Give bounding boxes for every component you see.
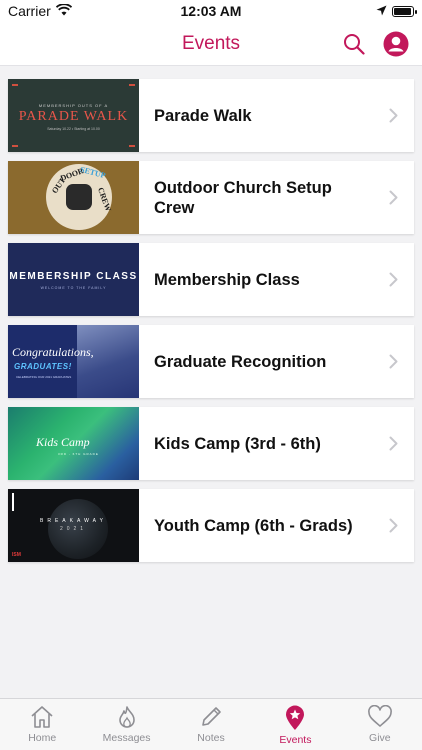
tab-home[interactable]: Home [0, 699, 84, 750]
status-time: 12:03 AM [180, 3, 242, 19]
event-card-kids-camp[interactable]: Kids Camp 3RD - 6TH GRADE Kids Camp (3rd… [8, 407, 414, 480]
thumbnail-title: PARADE WALK [18, 109, 129, 124]
event-thumbnail: MEMBERSHIP CLASS WELCOME TO THE FAMILY [8, 243, 139, 316]
event-title: Membership Class [154, 270, 300, 289]
battery-level [393, 7, 412, 15]
thumbnail-brand: ISM [12, 552, 21, 558]
location-arrow-icon [376, 3, 387, 19]
nav-actions [340, 30, 410, 58]
thumbnail-subtitle: CELEBRATING OUR 2021 GRADUATES [16, 375, 72, 379]
decorative-mark [129, 145, 135, 147]
chevron-right-icon [382, 190, 404, 205]
battery-icon [391, 5, 417, 17]
thumbnail-title: GRADUATES! [14, 362, 72, 371]
flame-icon [118, 706, 135, 728]
tab-label: Notes [197, 732, 225, 744]
search-icon [344, 34, 365, 55]
tab-label: Messages [102, 732, 151, 744]
thumbnail-title: BREAKAWAY [40, 518, 107, 524]
thumbnail-subtitle: 3RD - 6TH GRADE [58, 452, 99, 456]
status-right [294, 3, 417, 19]
tab-label: Home [28, 732, 57, 744]
event-thumbnail: BREAKAWAY 2021 ISM [8, 489, 139, 562]
decorative-mark [12, 493, 14, 511]
event-card-membership-class[interactable]: MEMBERSHIP CLASS WELCOME TO THE FAMILY M… [8, 243, 414, 316]
graduate-photo [77, 325, 139, 398]
thumbnail-year: 2021 [59, 526, 88, 532]
event-thumbnail: Kids Camp 3RD - 6TH GRADE [8, 407, 139, 480]
home-icon [31, 706, 53, 728]
tab-label: Events [279, 734, 312, 746]
event-title: Parade Walk [154, 106, 252, 125]
thumbnail-subtitle: WELCOME TO THE FAMILY [40, 286, 107, 290]
heart-icon [367, 705, 392, 727]
chevron-right-icon [382, 436, 404, 451]
tab-bar: Home Messages Notes Events Give [0, 698, 422, 750]
chevron-right-icon [382, 354, 404, 369]
tab-messages[interactable]: Messages [84, 699, 168, 750]
tab-label: Give [369, 732, 391, 744]
event-title: Outdoor Church Setup Crew [154, 178, 332, 217]
pencil-icon [202, 707, 221, 726]
thumbnail-script-title: Congratulations, [12, 345, 94, 359]
page-title: Events [181, 32, 241, 54]
chevron-right-icon [382, 108, 404, 123]
search-button[interactable] [340, 30, 368, 58]
profile-avatar-icon [383, 31, 409, 57]
fist-icon [66, 184, 92, 210]
tab-notes[interactable]: Notes [169, 699, 253, 750]
thumbnail-script-title: Kids Camp [36, 435, 90, 449]
event-title: Kids Camp (3rd - 6th) [154, 434, 321, 453]
tab-give[interactable]: Give [338, 699, 422, 750]
carrier-label: Carrier [8, 3, 51, 19]
event-card-outdoor-setup[interactable]: OUT DOOR SETUP CREW Outdoor Church Setup… [8, 161, 414, 234]
tab-events[interactable]: Events [253, 699, 337, 750]
decorative-mark [129, 84, 135, 86]
event-card-graduate-recognition[interactable]: Congratulations, GRADUATES! CELEBRATING … [8, 325, 414, 398]
decorative-mark [12, 84, 18, 86]
profile-button[interactable] [382, 30, 410, 58]
event-card-youth-camp[interactable]: BREAKAWAY 2021 ISM Youth Camp (6th - Gra… [8, 489, 414, 562]
thumbnail-title: MEMBERSHIP CLASS [9, 271, 138, 282]
event-title: Youth Camp (6th - Grads) [154, 516, 353, 535]
chevron-right-icon [382, 518, 404, 533]
status-left: Carrier [8, 3, 128, 19]
event-thumbnail: OUT DOOR SETUP CREW [8, 161, 139, 234]
event-thumbnail: MEMBERSHIP OUTS OF A PARADE WALK Saturda… [8, 79, 139, 152]
status-bar: Carrier 12:03 AM [0, 0, 422, 22]
event-card-parade-walk[interactable]: MEMBERSHIP OUTS OF A PARADE WALK Saturda… [8, 79, 414, 152]
wifi-icon [55, 3, 72, 19]
event-title: Graduate Recognition [154, 352, 327, 371]
nav-bar: Events [0, 22, 422, 66]
event-thumbnail: Congratulations, GRADUATES! CELEBRATING … [8, 325, 139, 398]
events-list: MEMBERSHIP OUTS OF A PARADE WALK Saturda… [0, 66, 422, 562]
thumbnail-subtitle: Saturday 10.22 • Starting at 10.00 [47, 127, 100, 131]
events-star-icon [286, 705, 305, 730]
thumbnail-caption: MEMBERSHIP OUTS OF A [38, 103, 109, 108]
chevron-right-icon [382, 272, 404, 287]
decorative-mark [12, 145, 18, 147]
